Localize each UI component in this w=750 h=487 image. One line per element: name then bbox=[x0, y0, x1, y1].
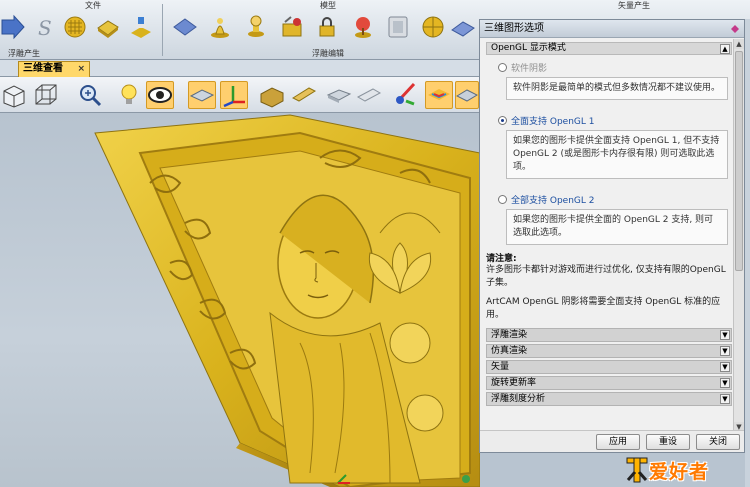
tree-icon[interactable] bbox=[350, 14, 376, 40]
eye-icon bbox=[148, 87, 172, 103]
bar-icon[interactable] bbox=[290, 81, 318, 109]
watermark-text: 爱好者 bbox=[649, 461, 710, 483]
pin-icon[interactable] bbox=[243, 14, 269, 40]
scroll-thumb[interactable] bbox=[735, 51, 743, 271]
diamond-icon[interactable] bbox=[172, 14, 198, 40]
radio-software-shading[interactable] bbox=[498, 62, 507, 72]
pin-icon[interactable] bbox=[729, 23, 741, 35]
section-opengl-display-mode[interactable]: OpenGL 显示模式 ▲ bbox=[486, 42, 732, 55]
plane-icon[interactable] bbox=[450, 14, 476, 40]
relief-arrow-icon[interactable] bbox=[0, 14, 26, 40]
paint-icon[interactable] bbox=[128, 14, 154, 40]
ribbon-group-title-file: 文件 bbox=[85, 1, 101, 10]
section-simulation-render-label: 仿真渲染 bbox=[491, 346, 528, 356]
section-relief-render[interactable]: 浮雕渲染 ▼ bbox=[486, 328, 732, 342]
relief-plane-icon bbox=[189, 89, 215, 102]
axes-icon bbox=[223, 86, 245, 108]
ribbon-group-label-relief-create: 浮雕产生 bbox=[8, 49, 40, 58]
ribbon-group-title-vector: 矢量产生 bbox=[618, 1, 650, 10]
ribbon-separator bbox=[162, 4, 163, 56]
sculpt-icon[interactable] bbox=[279, 14, 305, 40]
section-rotation-rate[interactable]: 旋转更新率 ▼ bbox=[486, 376, 732, 390]
rainbow-icon bbox=[428, 89, 450, 100]
texture-icon[interactable] bbox=[95, 14, 121, 40]
frame-icon[interactable] bbox=[385, 14, 411, 40]
section-vector[interactable]: 矢量 ▼ bbox=[486, 360, 732, 374]
paintbrush-icon[interactable] bbox=[392, 81, 420, 109]
sheet-icon[interactable] bbox=[355, 81, 383, 109]
dialog-body: OpenGL 显示模式 ▲ 软件阴影 软件阴影是最简单的模式但多数情况都不建议使… bbox=[480, 39, 734, 432]
pawn-icon[interactable] bbox=[207, 14, 233, 40]
globe-icon[interactable] bbox=[420, 14, 446, 40]
expand-down-icon[interactable]: ▼ bbox=[720, 394, 730, 404]
option-opengl-2-description: 如果您的图形卡提供全面的 OpenGL 2 支持, 则可选取此选项。 bbox=[506, 209, 728, 245]
expand-down-icon[interactable]: ▼ bbox=[720, 330, 730, 340]
iso-cube-icon[interactable] bbox=[0, 81, 28, 109]
block-icon[interactable] bbox=[258, 81, 286, 109]
note-text-2: ArtCAM OpenGL 阴影将需要全面支持 OpenGL 标准的应用。 bbox=[486, 297, 721, 320]
reset-button[interactable]: 重设 bbox=[646, 434, 690, 450]
tab-3d-view[interactable]: 三维查看 × bbox=[18, 61, 90, 77]
dialog-title: 三维图形选项 bbox=[484, 23, 544, 34]
3d-graphics-options-dialog: 三维图形选项 OpenGL 显示模式 ▲ 软件阴影 软件阴影是最简单的模式但多数… bbox=[479, 19, 745, 453]
note-text-1: 许多图形卡都针对游戏而进行过优化, 仅支持有限的OpenGL子集。 bbox=[486, 265, 726, 288]
3d-viewport[interactable] bbox=[0, 113, 480, 487]
expand-down-icon[interactable]: ▼ bbox=[720, 378, 730, 388]
expand-down-icon[interactable]: ▼ bbox=[720, 346, 730, 356]
dialog-titlebar[interactable]: 三维图形选项 bbox=[480, 20, 744, 38]
radio-opengl-1[interactable] bbox=[498, 115, 507, 125]
shade-mode-button[interactable] bbox=[455, 81, 479, 109]
section-opengl-title: OpenGL 显示模式 bbox=[491, 43, 566, 53]
color-shade-button[interactable] bbox=[425, 81, 453, 109]
section-relief-render-label: 浮雕渲染 bbox=[491, 330, 528, 340]
section-simulation-render[interactable]: 仿真渲染 ▼ bbox=[486, 344, 732, 358]
apply-button[interactable]: 应用 bbox=[596, 434, 640, 450]
svg-text:S: S bbox=[38, 16, 52, 40]
option-software-shading-label: 软件阴影 bbox=[511, 63, 548, 74]
section-relief-scale-analysis-label: 浮雕刻度分析 bbox=[491, 394, 546, 404]
tab-3d-view-label: 三维查看 bbox=[23, 63, 63, 74]
carpenter-logo-icon bbox=[626, 457, 648, 483]
dialog-footer: 应用 重设 关闭 bbox=[480, 430, 744, 452]
option-opengl-2-label: 全部支持 OpenGL 2 bbox=[511, 195, 595, 206]
slab-icon[interactable] bbox=[325, 81, 353, 109]
note-title: 请注意: bbox=[486, 254, 517, 264]
plane-shade-icon bbox=[455, 89, 479, 102]
scroll-up-icon[interactable]: ▲ bbox=[734, 39, 744, 49]
section-relief-scale-analysis[interactable]: 浮雕刻度分析 ▼ bbox=[486, 392, 732, 406]
radio-opengl-2[interactable] bbox=[498, 194, 507, 204]
option-opengl-1-label: 全面支持 OpenGL 1 bbox=[511, 116, 595, 127]
expand-down-icon[interactable]: ▼ bbox=[720, 362, 730, 372]
wire-cube-icon[interactable] bbox=[32, 81, 60, 109]
option-opengl-2[interactable]: 全部支持 OpenGL 2 bbox=[498, 193, 732, 206]
axes-button[interactable] bbox=[220, 81, 248, 109]
view-toolbar bbox=[0, 77, 480, 113]
section-vector-label: 矢量 bbox=[491, 362, 510, 372]
right-edge-panel bbox=[745, 19, 750, 487]
dialog-scrollbar[interactable]: ▲ ▼ bbox=[733, 39, 744, 432]
option-opengl-1[interactable]: 全面支持 OpenGL 1 bbox=[498, 114, 732, 127]
eye-view-button[interactable] bbox=[146, 81, 174, 109]
lock-icon[interactable] bbox=[314, 14, 340, 40]
light-bulb-icon[interactable] bbox=[115, 81, 143, 109]
ribbon-group-title-model: 模型 bbox=[320, 1, 336, 10]
close-button[interactable]: 关闭 bbox=[696, 434, 740, 450]
relief-model bbox=[94, 114, 480, 487]
section-rotation-rate-label: 旋转更新率 bbox=[491, 378, 537, 388]
option-software-shading-description: 软件阴影是最简单的模式但多数情况都不建议使用。 bbox=[506, 77, 728, 100]
option-software-shading[interactable]: 软件阴影 bbox=[498, 61, 732, 74]
weave-icon[interactable] bbox=[62, 14, 88, 40]
ribbon-group-label-relief-edit: 浮雕编辑 bbox=[312, 49, 344, 58]
zoom-icon[interactable] bbox=[76, 81, 104, 109]
collapse-up-icon[interactable]: ▲ bbox=[720, 44, 730, 54]
spin-s-icon[interactable]: S bbox=[32, 14, 58, 40]
relief-view-button[interactable] bbox=[188, 81, 216, 109]
close-icon[interactable]: × bbox=[77, 62, 85, 76]
watermark-logo: 爱好者 bbox=[625, 452, 750, 487]
option-opengl-1-description: 如果您的图形卡提供全面支持 OpenGL 1, 但不支持 OpenGL 2 (或… bbox=[506, 130, 728, 179]
